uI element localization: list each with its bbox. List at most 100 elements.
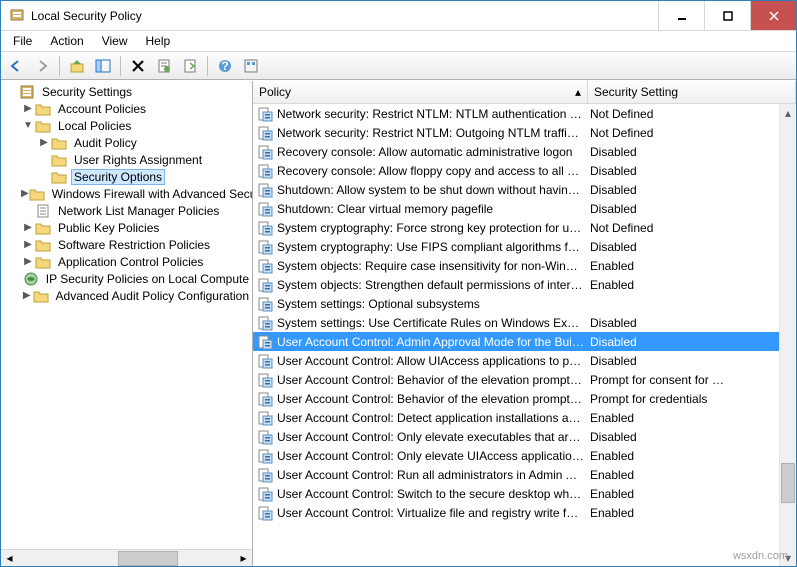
scroll-down-arrow[interactable]: ▾	[780, 549, 796, 566]
refresh-button[interactable]	[240, 55, 262, 77]
export-button[interactable]	[179, 55, 201, 77]
tree-item[interactable]: ▶Software Restriction Policies	[1, 236, 252, 253]
help-button[interactable]: ?	[214, 55, 236, 77]
list-row[interactable]: System objects: Strengthen default permi…	[253, 275, 779, 294]
menu-help[interactable]: Help	[138, 32, 179, 50]
list-row[interactable]: Recovery console: Allow floppy copy and …	[253, 161, 779, 180]
up-button[interactable]	[66, 55, 88, 77]
close-button[interactable]	[750, 1, 796, 30]
list-row[interactable]: User Account Control: Allow UIAccess app…	[253, 351, 779, 370]
expander-icon[interactable]: ▶	[21, 222, 35, 233]
setting-cell: Disabled	[588, 164, 779, 178]
policy-cell: System cryptography: Use FIPS compliant …	[277, 240, 588, 254]
list-row[interactable]: User Account Control: Run all administra…	[253, 465, 779, 484]
folder-icon	[35, 118, 51, 134]
tree-item[interactable]: ▶Windows Firewall with Advanced Secu	[1, 185, 252, 202]
tree-root[interactable]: Security Settings	[1, 83, 252, 100]
scroll-thumb[interactable]	[118, 551, 178, 566]
list-row[interactable]: User Account Control: Switch to the secu…	[253, 484, 779, 503]
policy-cell: User Account Control: Virtualize file an…	[277, 506, 588, 520]
scroll-right-arrow[interactable]: ▸	[235, 550, 252, 567]
toolbar-separator	[59, 56, 60, 76]
menu-view[interactable]: View	[94, 32, 136, 50]
column-header-policy-label: Policy	[259, 85, 291, 99]
tree-item[interactable]: ▶Application Control Policies	[1, 253, 252, 270]
properties-button[interactable]	[153, 55, 175, 77]
tree-horizontal-scrollbar[interactable]: ◂ ▸	[1, 549, 252, 566]
window-buttons	[658, 1, 796, 30]
policy-cell: System cryptography: Force strong key pr…	[277, 221, 588, 235]
list-row[interactable]: Network security: Restrict NTLM: NTLM au…	[253, 104, 779, 123]
setting-cell: Disabled	[588, 354, 779, 368]
list-row[interactable]: System cryptography: Use FIPS compliant …	[253, 237, 779, 256]
tree-view[interactable]: Security Settings▶Account Policies▼Local…	[1, 81, 252, 549]
tree-item[interactable]: ▶Advanced Audit Policy Configuration	[1, 287, 252, 304]
toolbar-separator	[120, 56, 121, 76]
tree-item[interactable]: ▶Account Policies	[1, 100, 252, 117]
scroll-track[interactable]	[780, 121, 796, 549]
list-panel: Policy ▴ Security Setting Network securi…	[253, 81, 796, 566]
list-row[interactable]: User Account Control: Detect application…	[253, 408, 779, 427]
show-hide-tree-button[interactable]	[92, 55, 114, 77]
expander-icon[interactable]: ▼	[21, 120, 35, 131]
list-row[interactable]: User Account Control: Virtualize file an…	[253, 503, 779, 522]
policy-icon	[257, 144, 273, 160]
list-row[interactable]: User Account Control: Behavior of the el…	[253, 389, 779, 408]
list-row[interactable]: System cryptography: Force strong key pr…	[253, 218, 779, 237]
list-row[interactable]: Network security: Restrict NTLM: Outgoin…	[253, 123, 779, 142]
list-row[interactable]: User Account Control: Admin Approval Mod…	[253, 332, 779, 351]
menu-action[interactable]: Action	[42, 32, 91, 50]
policy-icon	[257, 315, 273, 331]
expander-icon[interactable]: ▶	[21, 188, 29, 199]
menu-file[interactable]: File	[5, 32, 40, 50]
tree-item[interactable]: ▼Local Policies	[1, 117, 252, 134]
column-header-policy[interactable]: Policy ▴	[253, 81, 588, 103]
tree-item[interactable]: ▶Audit Policy	[1, 134, 252, 151]
expander-icon[interactable]: ▶	[21, 256, 35, 267]
back-button[interactable]	[5, 55, 27, 77]
tree-panel: Security Settings▶Account Policies▼Local…	[1, 81, 253, 566]
list-row[interactable]: User Account Control: Behavior of the el…	[253, 370, 779, 389]
setting-cell: Prompt for credentials	[588, 392, 779, 406]
list-vertical-scrollbar[interactable]: ▴ ▾	[779, 104, 796, 566]
folder-icon	[35, 237, 51, 253]
list-row[interactable]: Shutdown: Clear virtual memory pagefileD…	[253, 199, 779, 218]
list-row[interactable]: User Account Control: Only elevate execu…	[253, 427, 779, 446]
setting-cell: Enabled	[588, 468, 779, 482]
scroll-left-arrow[interactable]: ◂	[1, 550, 18, 567]
folder-icon	[35, 220, 51, 236]
list-row[interactable]: System objects: Require case insensitivi…	[253, 256, 779, 275]
toolbar-separator	[207, 56, 208, 76]
expander-icon[interactable]: ▶	[21, 290, 33, 301]
list-header: Policy ▴ Security Setting	[253, 81, 796, 104]
column-header-setting[interactable]: Security Setting	[588, 81, 796, 103]
svg-text:?: ?	[221, 59, 228, 73]
expander-icon[interactable]: ▶	[21, 103, 35, 114]
list-view[interactable]: Network security: Restrict NTLM: NTLM au…	[253, 104, 779, 566]
maximize-button[interactable]	[704, 1, 750, 30]
scroll-up-arrow[interactable]: ▴	[780, 104, 796, 121]
expander-icon[interactable]: ▶	[21, 239, 35, 250]
minimize-button[interactable]	[658, 1, 704, 30]
tree-item[interactable]: IP Security Policies on Local Compute	[1, 270, 252, 287]
client-area: Security Settings▶Account Policies▼Local…	[1, 80, 796, 566]
tree-item-label: Public Key Policies	[55, 221, 162, 235]
expander-icon[interactable]: ▶	[37, 137, 51, 148]
policy-cell: Network security: Restrict NTLM: Outgoin…	[277, 126, 588, 140]
tree-item[interactable]: ▶ Public Key Policies	[1, 219, 252, 236]
main-window: Local Security Policy File Action View H…	[0, 0, 797, 567]
policy-cell: System settings: Optional subsystems	[277, 297, 588, 311]
list-row[interactable]: System settings: Optional subsystems	[253, 294, 779, 313]
list-row[interactable]: Recovery console: Allow automatic admini…	[253, 142, 779, 161]
delete-button[interactable]	[127, 55, 149, 77]
tree-item[interactable]: User Rights Assignment	[1, 151, 252, 168]
forward-button[interactable]	[31, 55, 53, 77]
list-row[interactable]: System settings: Use Certificate Rules o…	[253, 313, 779, 332]
tree-item[interactable]: Security Options	[1, 168, 252, 185]
scroll-thumb[interactable]	[781, 463, 795, 503]
tree-item[interactable]: Network List Manager Policies	[1, 202, 252, 219]
policy-icon	[257, 201, 273, 217]
list-row[interactable]: User Account Control: Only elevate UIAcc…	[253, 446, 779, 465]
policy-icon	[257, 220, 273, 236]
list-row[interactable]: Shutdown: Allow system to be shut down w…	[253, 180, 779, 199]
